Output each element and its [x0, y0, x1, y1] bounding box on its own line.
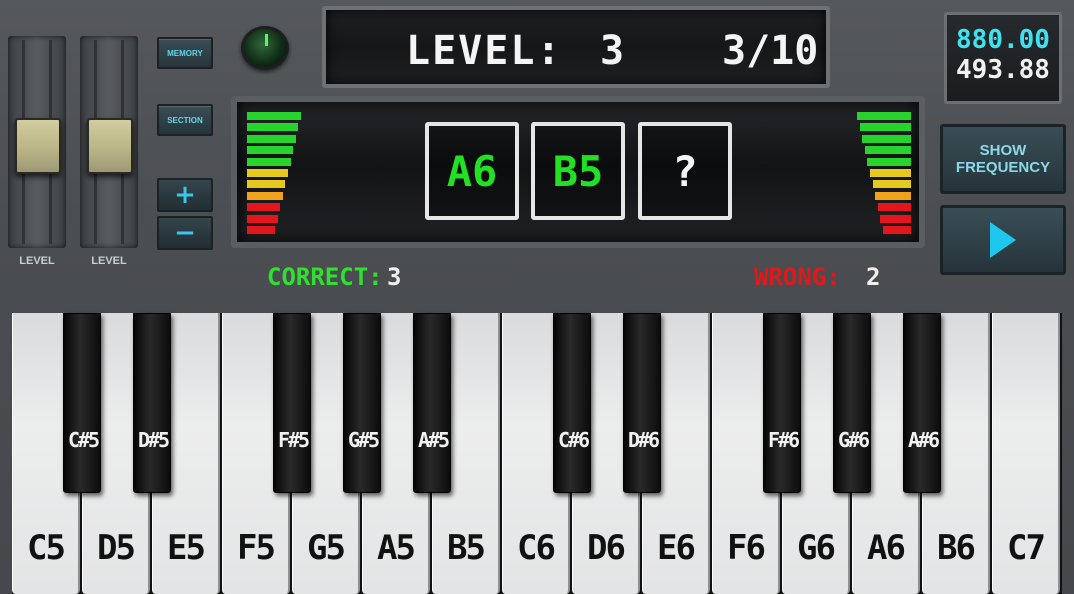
meter-bar [870, 169, 911, 177]
white-key-label: D6 [587, 528, 626, 568]
play-icon [990, 222, 1016, 258]
white-key-label: C6 [517, 528, 556, 568]
show-frequency-button[interactable]: SHOW FREQUENCY [940, 124, 1066, 194]
level-slider-1[interactable] [8, 36, 66, 251]
meter-bar [247, 169, 288, 177]
plus-button[interactable]: + [157, 178, 213, 212]
white-key-label: C7 [1007, 528, 1046, 568]
level-display: LEVEL: 3 3/10 [322, 6, 830, 88]
white-key-label: E6 [657, 528, 696, 568]
white-key-label: G6 [797, 528, 836, 568]
wrong-count: 2 [866, 263, 881, 291]
black-key-fs5[interactable]: F#5 [273, 313, 311, 493]
meter-bar [857, 112, 911, 120]
minus-button[interactable]: − [157, 216, 213, 250]
black-key-ds6[interactable]: D#6 [623, 313, 661, 493]
current-frequency: 493.88 [956, 55, 1050, 85]
level-slider-2[interactable] [80, 36, 138, 251]
black-key-gs5[interactable]: G#5 [343, 313, 381, 493]
level-meter-left [247, 112, 307, 240]
black-key-label: D#6 [627, 428, 660, 452]
black-key-label: C#6 [557, 428, 590, 452]
black-key-as5[interactable]: A#5 [413, 313, 451, 493]
memory-button[interactable]: MEMORY [157, 37, 213, 69]
volume-knob[interactable] [241, 26, 289, 70]
meter-bar [883, 226, 911, 234]
note-box-1: A6 [425, 122, 519, 220]
white-key-label: D5 [97, 528, 136, 568]
slider-knob[interactable] [15, 118, 61, 174]
white-key-label: C5 [27, 528, 66, 568]
meter-bar [880, 214, 911, 223]
meter-bar [859, 123, 911, 132]
meter-bar [247, 214, 278, 223]
note-box-3: ? [638, 122, 732, 220]
meter-bar [875, 191, 911, 200]
piano-keyboard: C5 D5 E5 F5 G5 A5 B5 C6 D6 E6 F6 G6 A6 B6 C7 C#5 D#5 F#5 G… [12, 313, 1062, 594]
play-button[interactable] [940, 205, 1066, 275]
white-key-label: A5 [377, 528, 416, 568]
level-progress: 3/10 [722, 28, 819, 74]
meter-bar [247, 112, 301, 120]
frequency-display: 880.00 493.88 [944, 12, 1062, 104]
correct-count: 3 [387, 263, 402, 291]
wrong-label: WRONG: [754, 263, 841, 291]
slider-label: LEVEL [19, 255, 55, 267]
black-key-cs5[interactable]: C#5 [63, 313, 101, 493]
black-key-label: A#6 [907, 428, 940, 452]
black-key-gs6[interactable]: G#6 [833, 313, 871, 493]
black-key-label: G#6 [837, 428, 870, 452]
black-key-label: G#5 [347, 428, 380, 452]
white-key-label: E5 [167, 528, 206, 568]
meter-bar [247, 134, 296, 143]
meter-bar [247, 180, 286, 189]
black-key-fs6[interactable]: F#6 [763, 313, 801, 493]
level-number: 3 [600, 28, 625, 74]
slider-label: LEVEL [91, 255, 127, 267]
slider-knob[interactable] [87, 118, 133, 174]
meter-bar [867, 157, 911, 166]
note-box-2: B5 [531, 122, 625, 220]
level-label: LEVEL: [406, 28, 563, 74]
white-key-c7[interactable]: C7 [992, 313, 1060, 594]
note-display: A6 B5 ? [231, 96, 925, 248]
meter-bar [247, 146, 294, 155]
black-key-label: A#5 [417, 428, 450, 452]
target-frequency: 880.00 [956, 25, 1050, 55]
correct-label: CORRECT: [267, 263, 383, 291]
black-key-cs6[interactable]: C#6 [553, 313, 591, 493]
meter-bar [247, 191, 283, 200]
black-key-as6[interactable]: A#6 [903, 313, 941, 493]
section-button[interactable]: SECTION [157, 104, 213, 136]
meter-bar [247, 157, 291, 166]
meter-bar [877, 203, 911, 212]
meter-bar [247, 123, 299, 132]
white-key-label: F5 [237, 528, 276, 568]
synth-panel: LEVEL LEVEL MEMORY SECTION + − LEVEL: 3 … [0, 0, 1074, 594]
black-key-label: C#5 [67, 428, 100, 452]
level-meter-right [851, 112, 911, 240]
white-key-label: A6 [867, 528, 906, 568]
meter-bar [864, 146, 911, 155]
white-key-label: B6 [937, 528, 976, 568]
white-key-label: B5 [447, 528, 486, 568]
meter-bar [247, 226, 275, 234]
meter-bar [247, 203, 281, 212]
white-key-label: G5 [307, 528, 346, 568]
white-key-label: F6 [727, 528, 766, 568]
black-key-label: D#5 [137, 428, 170, 452]
meter-bar [862, 134, 911, 143]
black-key-label: F#5 [277, 428, 310, 452]
black-key-label: F#6 [767, 428, 800, 452]
meter-bar [872, 180, 911, 189]
black-key-ds5[interactable]: D#5 [133, 313, 171, 493]
